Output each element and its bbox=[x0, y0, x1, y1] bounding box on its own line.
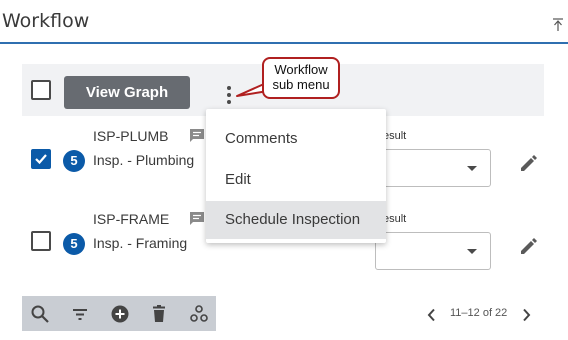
callout-line-1: Workflow bbox=[274, 62, 328, 77]
workflow-icon[interactable] bbox=[189, 304, 209, 324]
collapse-up-icon[interactable] bbox=[552, 18, 564, 32]
filter-icon[interactable] bbox=[70, 304, 90, 324]
chevron-down-icon bbox=[467, 166, 477, 171]
comment-icon[interactable] bbox=[189, 211, 205, 227]
result-select[interactable] bbox=[375, 232, 491, 270]
callout-line-2: sub menu bbox=[272, 77, 330, 92]
edit-icon[interactable] bbox=[519, 153, 539, 173]
menu-item-schedule-inspection[interactable]: Schedule Inspection bbox=[206, 201, 386, 239]
workflow-code: ISP-PLUMB bbox=[93, 128, 169, 144]
workflow-submenu: Comments Edit Schedule Inspection bbox=[206, 109, 386, 243]
result-label: esult bbox=[383, 213, 407, 225]
section-header: Workflow bbox=[0, 0, 568, 44]
comment-icon[interactable] bbox=[189, 128, 205, 144]
pagination: 11–12 of 22 bbox=[422, 304, 542, 326]
result-select[interactable] bbox=[375, 149, 491, 187]
chevron-right-icon[interactable] bbox=[520, 308, 532, 322]
chevron-down-icon bbox=[467, 249, 477, 254]
view-graph-button[interactable]: View Graph bbox=[64, 76, 190, 109]
more-vert-icon[interactable] bbox=[224, 86, 234, 108]
menu-item-comments[interactable]: Comments bbox=[206, 120, 386, 158]
delete-icon[interactable] bbox=[149, 304, 169, 324]
annotation-callout: Workflow sub menu bbox=[262, 57, 340, 99]
add-circle-icon[interactable] bbox=[110, 304, 130, 324]
workflow-description: Insp. - Framing bbox=[93, 235, 188, 251]
edit-icon[interactable] bbox=[519, 236, 539, 256]
page-range: 11–12 of 22 bbox=[450, 307, 508, 319]
row-checkbox[interactable] bbox=[31, 231, 51, 251]
priority-badge: 5 bbox=[63, 150, 85, 172]
result-label: esult bbox=[383, 130, 407, 142]
check-icon bbox=[35, 154, 47, 165]
bottom-toolbar bbox=[22, 296, 216, 331]
priority-badge: 5 bbox=[63, 233, 85, 255]
menu-item-edit[interactable]: Edit bbox=[206, 161, 386, 199]
workflow-description: Insp. - Plumbing bbox=[93, 152, 195, 168]
select-all-checkbox[interactable] bbox=[31, 80, 51, 100]
search-icon[interactable] bbox=[30, 304, 50, 324]
workflow-code: ISP-FRAME bbox=[93, 211, 170, 227]
section-title: Workflow bbox=[2, 10, 90, 32]
chevron-left-icon[interactable] bbox=[426, 308, 438, 322]
row-checkbox[interactable] bbox=[31, 149, 51, 169]
